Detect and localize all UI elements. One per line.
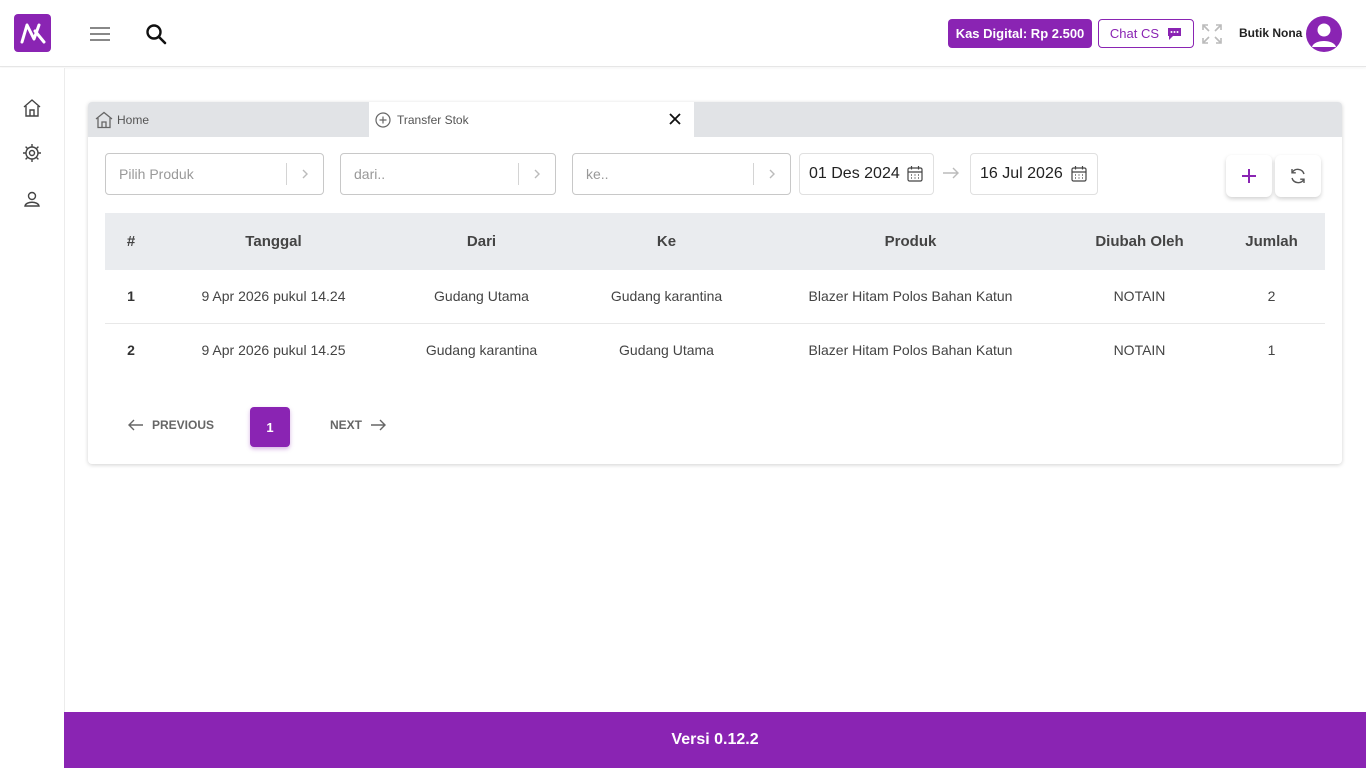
cell-jumlah: 1 [1267, 341, 1276, 358]
date-to-picker[interactable]: 16 Jul 2026 [970, 153, 1098, 195]
column-header-no[interactable]: # [105, 213, 157, 270]
fullscreen-icon[interactable] [1202, 24, 1222, 44]
from-warehouse-select[interactable]: dari.. [340, 153, 556, 195]
next-page-button[interactable]: NEXT [330, 418, 387, 432]
tab-transfer-stok[interactable]: Transfer Stok [369, 102, 694, 137]
to-warehouse-select[interactable]: ke.. [572, 153, 791, 195]
table-row[interactable]: 2 9 Apr 2026 pukul 14.25 Gudang karantin… [105, 323, 1325, 376]
plus-icon [1242, 169, 1256, 183]
cell-diubah-oleh: NOTAIN [1061, 270, 1218, 324]
user-avatar-icon [1312, 23, 1336, 47]
chevron-right-icon [287, 168, 323, 180]
search-icon[interactable] [145, 23, 167, 45]
chat-cs-label: Chat CS [1109, 26, 1160, 41]
plus-circle-icon [375, 111, 391, 128]
refresh-icon [1291, 168, 1305, 184]
cell-jumlah: 2 [1218, 270, 1325, 324]
column-header-dari[interactable]: Dari [390, 213, 573, 270]
next-label: NEXT [330, 418, 363, 432]
tab-transfer-stok-label: Transfer Stok [397, 112, 469, 127]
arrow-left-icon [128, 419, 143, 431]
column-header-produk[interactable]: Produk [760, 213, 1061, 270]
product-select[interactable]: Pilih Produk [105, 153, 324, 195]
to-warehouse-placeholder: ke.. [586, 166, 609, 182]
settings-gear-icon[interactable] [22, 143, 42, 163]
tab-home-label: Home [117, 112, 150, 127]
arrow-right-icon [942, 166, 960, 180]
product-select-placeholder: Pilih Produk [119, 166, 194, 182]
cell-ke: Gudang Utama [619, 341, 714, 358]
table-row[interactable]: 1 9 Apr 2026 pukul 14.24 Gudang Utama Gu… [105, 270, 1325, 324]
hamburger-menu-icon[interactable] [88, 24, 112, 44]
tab-home[interactable]: Home [95, 102, 367, 137]
chat-cs-button[interactable]: Chat CS [1098, 19, 1194, 48]
logo-icon [20, 23, 45, 44]
user-icon[interactable] [22, 189, 42, 209]
date-from-picker[interactable]: 01 Des 2024 [799, 153, 934, 195]
cell-no: 1 [105, 270, 157, 324]
column-header-diubah-oleh[interactable]: Diubah Oleh [1061, 213, 1218, 270]
cell-no: 2 [127, 341, 135, 358]
transfer-stok-card: Home Transfer Stok Pilih Produk dari.. k… [88, 102, 1342, 464]
footer: Versi 0.12.2 [64, 712, 1366, 768]
cell-produk: Blazer Hitam Polos Bahan Katun [808, 341, 1013, 358]
calendar-icon [1071, 166, 1087, 182]
home-icon[interactable] [22, 98, 42, 118]
tab-bar: Home Transfer Stok [88, 102, 1342, 137]
cell-produk: Blazer Hitam Polos Bahan Katun [760, 270, 1061, 324]
page-button-1[interactable]: 1 [250, 407, 290, 447]
column-header-jumlah[interactable]: Jumlah [1218, 213, 1325, 270]
home-icon [95, 111, 113, 128]
calendar-icon [907, 166, 923, 182]
column-header-ke[interactable]: Ke [573, 213, 760, 270]
close-icon[interactable] [668, 112, 682, 126]
cell-tanggal: 9 Apr 2026 pukul 14.25 [201, 341, 346, 358]
arrow-right-icon [371, 419, 387, 431]
date-from-value: 01 Des 2024 [809, 165, 900, 182]
sidebar [0, 68, 65, 712]
cell-dari: Gudang karantina [425, 341, 538, 358]
add-button[interactable] [1226, 155, 1272, 197]
column-header-tanggal[interactable]: Tanggal [157, 213, 390, 270]
top-header: Kas Digital: Rp 2.500 Chat CS Butik Nona [0, 0, 1366, 67]
date-to-value: 16 Jul 2026 [980, 165, 1063, 182]
transfer-table: # Tanggal Dari Ke Produk Diubah Oleh Jum… [105, 213, 1325, 376]
version-text: Versi 0.12.2 [671, 731, 759, 748]
chevron-right-icon [519, 168, 555, 180]
cell-tanggal: 9 Apr 2026 pukul 14.24 [157, 270, 390, 324]
table-header-row: # Tanggal Dari Ke Produk Diubah Oleh Jum… [105, 213, 1325, 270]
cell-diubah-oleh: NOTAIN [1113, 341, 1166, 358]
kas-digital-button[interactable]: Kas Digital: Rp 2.500 [948, 19, 1092, 48]
refresh-button[interactable] [1275, 155, 1321, 197]
from-warehouse-placeholder: dari.. [354, 166, 386, 182]
cell-ke: Gudang karantina [573, 270, 760, 324]
avatar[interactable] [1306, 16, 1342, 52]
cell-dari: Gudang Utama [390, 270, 573, 324]
previous-label: PREVIOUS [152, 418, 215, 432]
app-logo[interactable] [14, 14, 51, 52]
chat-bubble-icon [1168, 27, 1182, 40]
chevron-right-icon [754, 168, 790, 180]
user-name: Butik Nona [1239, 26, 1303, 40]
previous-page-button[interactable]: PREVIOUS [128, 418, 214, 432]
